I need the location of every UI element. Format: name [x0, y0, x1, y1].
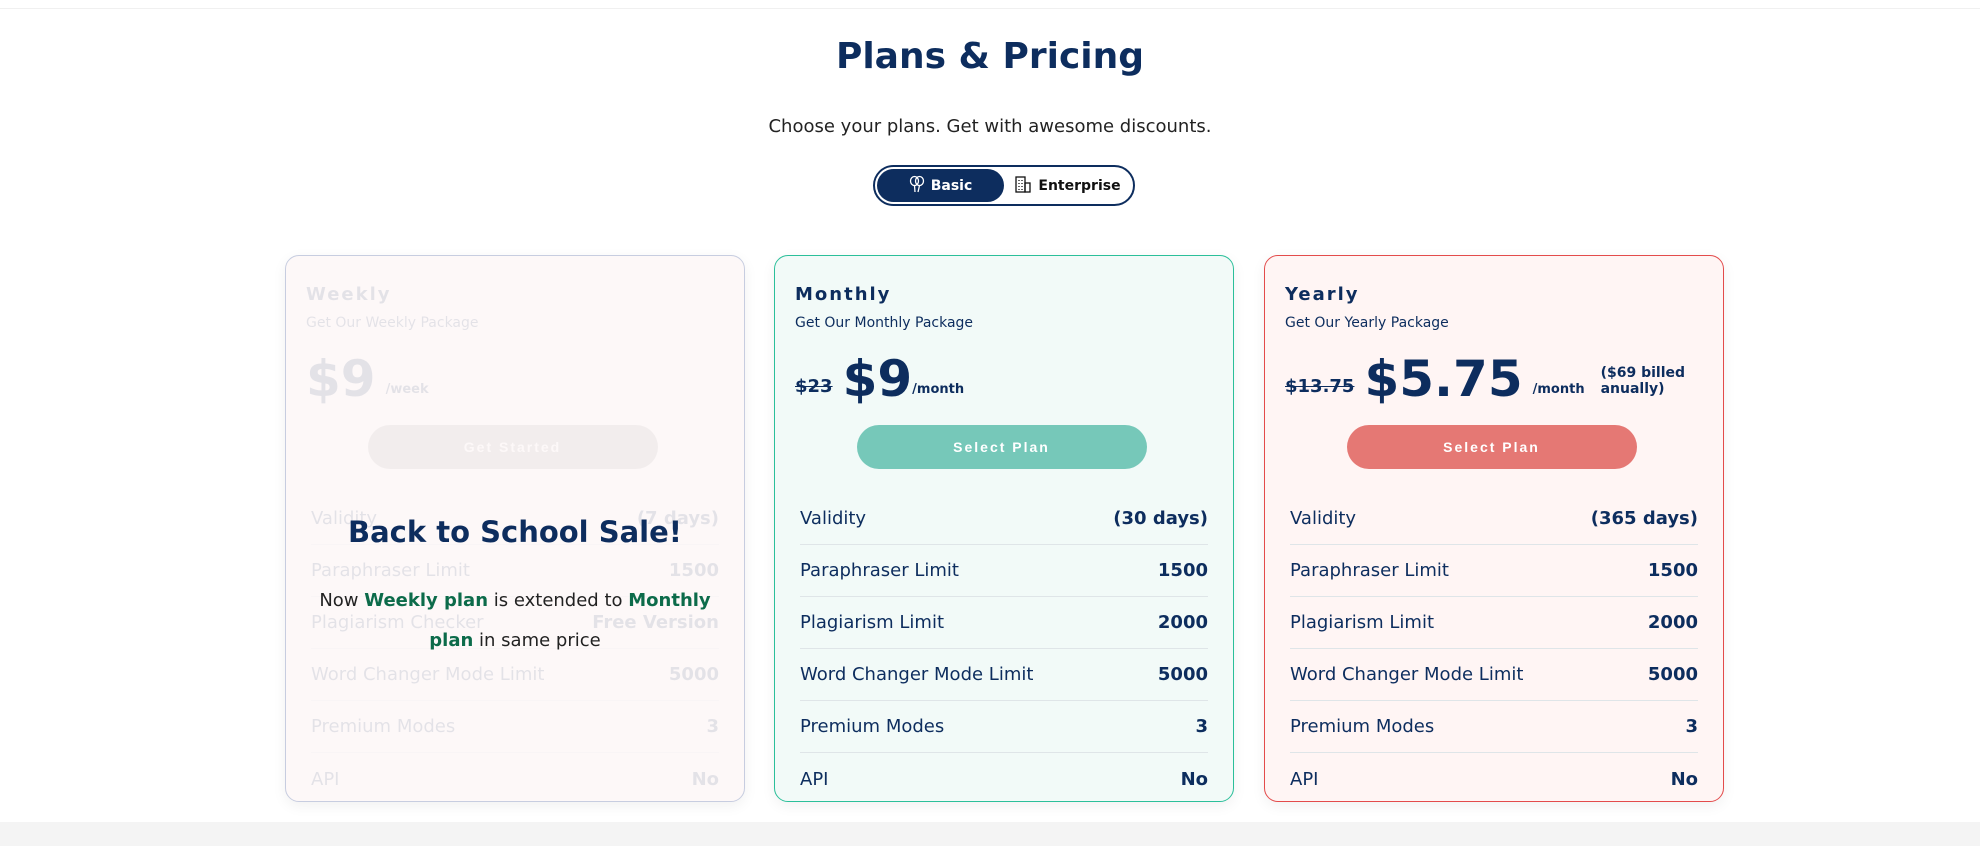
feature-row: Word Changer Mode Limit 5000	[1290, 649, 1698, 701]
plan-name: Yearly	[1285, 284, 1360, 305]
feature-label: Paraphraser Limit	[800, 560, 959, 581]
feature-value: 2000	[1647, 612, 1698, 633]
feature-label: Premium Modes	[1290, 716, 1435, 737]
feature-row: Paraphraser Limit 1500	[800, 545, 1208, 597]
tab-enterprise-label: Enterprise	[1038, 177, 1121, 194]
feature-row: Premium Modes 3	[1290, 701, 1698, 753]
sale-text: in same price	[473, 630, 601, 651]
feature-value: 3	[1195, 716, 1208, 737]
sale-message: Now Weekly plan is extended to Monthly p…	[315, 581, 715, 661]
feature-row: Word Changer Mode Limit 5000	[800, 649, 1208, 701]
sale-text: Now	[319, 590, 365, 611]
page-title: Plans & Pricing	[835, 36, 1145, 77]
feature-label: Paraphraser Limit	[1290, 560, 1449, 581]
sale-title: Back to School Sale!	[347, 515, 683, 549]
sale-text: is extended to	[488, 590, 629, 611]
feature-label: Plagiarism Limit	[800, 612, 944, 633]
feature-row: API No	[1290, 753, 1698, 805]
tab-enterprise[interactable]: Enterprise	[1004, 169, 1131, 202]
feature-value: No	[1180, 768, 1208, 790]
plan-type-toggle: Basic Enterprise	[873, 165, 1135, 206]
feature-value: 1500	[1647, 560, 1698, 581]
old-price: $13.75	[1285, 376, 1355, 397]
feature-value: 3	[1685, 716, 1698, 737]
feature-value: (30 days)	[1113, 508, 1208, 529]
select-plan-button[interactable]: Select Plan	[1346, 425, 1637, 469]
plan-period: /month	[912, 382, 965, 397]
feature-row: Premium Modes 3	[800, 701, 1208, 753]
feature-row: Plagiarism Limit 2000	[800, 597, 1208, 649]
sale-highlight: Weekly plan	[364, 590, 489, 611]
feature-value: (365 days)	[1590, 508, 1698, 529]
plan-card-yearly: Yearly Get Our Yearly Package $13.75 $5.7…	[1264, 255, 1724, 802]
feature-value: 1500	[1157, 560, 1208, 581]
feature-label: Validity	[1290, 508, 1357, 529]
feature-label: Word Changer Mode Limit	[1290, 664, 1524, 685]
tab-basic-label: Basic	[930, 177, 973, 194]
balloons-icon	[909, 175, 925, 197]
top-divider	[0, 8, 1980, 9]
plan-description: Get Our Monthly Package	[795, 315, 974, 331]
feature-label: Word Changer Mode Limit	[800, 664, 1034, 685]
plan-period: /month	[1532, 382, 1585, 397]
building-icon	[1014, 175, 1032, 197]
feature-value: No	[1670, 768, 1698, 790]
sale-overlay: Back to School Sale! Now Weekly plan is …	[285, 255, 745, 802]
feature-value: 5000	[1157, 664, 1208, 685]
plan-name: Monthly	[795, 284, 892, 305]
feature-row: Paraphraser Limit 1500	[1290, 545, 1698, 597]
feature-label: Plagiarism Limit	[1290, 612, 1434, 633]
feature-label: Validity	[800, 508, 867, 529]
feature-label: Premium Modes	[800, 716, 945, 737]
feature-label: API	[800, 768, 829, 790]
billing-note: ($69 billed anually)	[1600, 365, 1686, 397]
tab-basic[interactable]: Basic	[877, 169, 1004, 202]
select-plan-button[interactable]: Select Plan	[856, 425, 1147, 469]
feature-row: Plagiarism Limit 2000	[1290, 597, 1698, 649]
feature-label: API	[1290, 768, 1319, 790]
feature-value: 5000	[1647, 664, 1698, 685]
old-price: $23	[795, 376, 833, 397]
plan-description: Get Our Yearly Package	[1285, 315, 1449, 331]
feature-row: Validity (365 days)	[1290, 493, 1698, 545]
plan-price: $5.75	[1364, 350, 1523, 408]
plan-card-monthly: Monthly Get Our Monthly Package $23 $9/mo…	[774, 255, 1234, 802]
feature-row: API No	[800, 753, 1208, 805]
feature-value: 2000	[1157, 612, 1208, 633]
footer-strip	[0, 822, 1980, 846]
plan-price: $9	[842, 350, 913, 408]
feature-row: Validity (30 days)	[800, 493, 1208, 545]
page-subtitle: Choose your plans. Get with awesome disc…	[768, 116, 1212, 137]
